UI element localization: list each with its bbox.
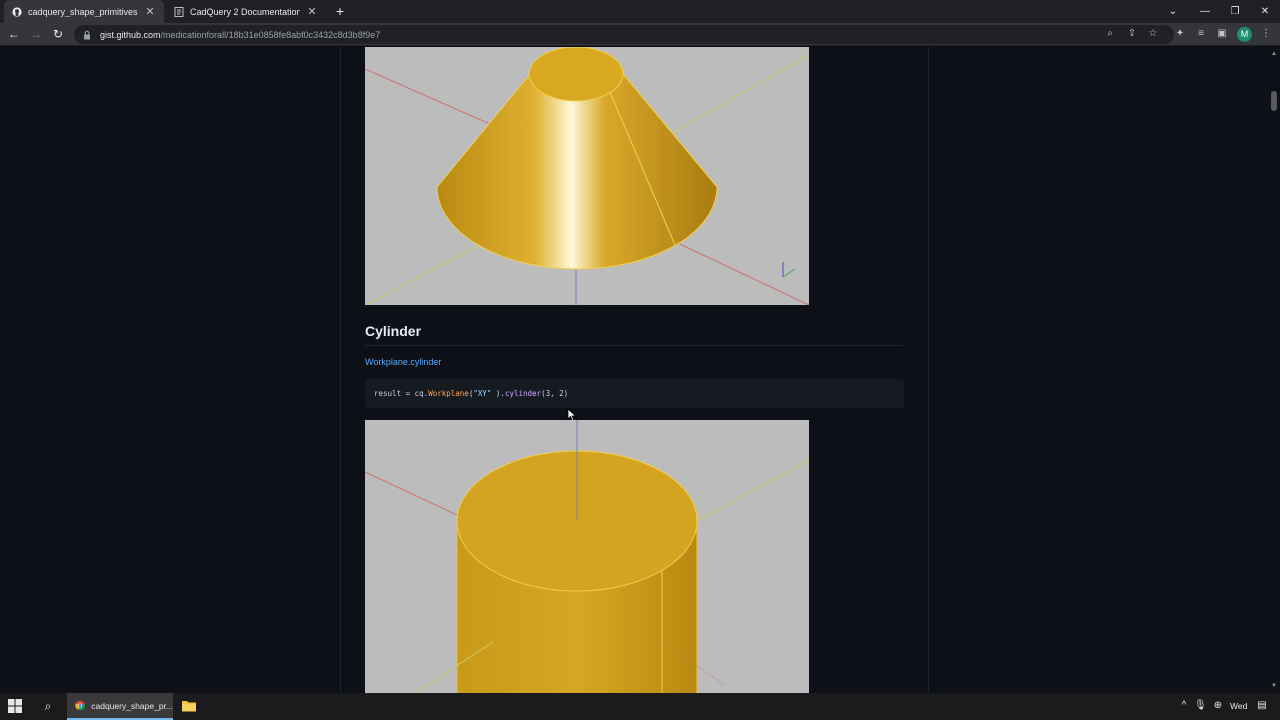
- windows-taskbar: ⌕ cadquery_shape_pr... ^ 🎙 ⊕ Wed ▤: [0, 693, 1280, 720]
- menu-kebab-icon[interactable]: ⋮: [1259, 27, 1273, 41]
- minimize-icon[interactable]: —: [1190, 0, 1220, 23]
- code-class: Workplane: [428, 389, 469, 398]
- github-icon: [12, 6, 22, 17]
- url-path: /medicationforall/18b31e0858fe8abf0c3432…: [160, 29, 381, 40]
- scroll-down-icon[interactable]: ▼: [1271, 683, 1277, 689]
- workplane-cylinder-link[interactable]: Workplane.cylinder: [365, 357, 441, 367]
- cylinder-render-image: [365, 420, 809, 693]
- scroll-thumb[interactable]: [1271, 91, 1277, 111]
- back-icon[interactable]: ←: [6, 26, 22, 42]
- scroll-up-icon[interactable]: ▲: [1271, 51, 1277, 57]
- microphone-icon[interactable]: 🎙: [1194, 700, 1207, 712]
- close-window-icon[interactable]: ✕: [1250, 0, 1280, 23]
- url-text: gist.github.com/medicationforall/18b31e0…: [100, 30, 380, 40]
- extensions-icon[interactable]: ✦: [1173, 27, 1187, 41]
- notifications-icon[interactable]: ▤: [1256, 700, 1268, 712]
- forward-icon[interactable]: →: [28, 26, 44, 42]
- side-panel-icon[interactable]: ▣: [1215, 27, 1229, 41]
- tab-cadquery-primitives[interactable]: cadquery_shape_primitives.md ✕: [4, 0, 164, 23]
- chrome-icon: [75, 700, 85, 711]
- code-string: "XY": [473, 389, 492, 398]
- section-heading-cylinder: Cylinder: [365, 323, 422, 339]
- share-icon[interactable]: ⇪: [1125, 27, 1139, 41]
- code-args: (3, 2): [541, 389, 569, 398]
- file-explorer-icon[interactable]: [181, 699, 197, 713]
- code-function: cylinder: [504, 389, 542, 398]
- network-icon[interactable]: ⊕: [1212, 700, 1224, 712]
- reading-list-icon[interactable]: ≡: [1194, 27, 1208, 41]
- code-var: result = cq.: [374, 389, 429, 398]
- profile-avatar[interactable]: M: [1237, 27, 1252, 42]
- page-scrollbar[interactable]: ▲ ▼: [1268, 47, 1280, 693]
- taskbar-app-label: cadquery_shape_pr...: [91, 700, 173, 711]
- new-tab-button[interactable]: +: [332, 3, 348, 19]
- reload-icon[interactable]: ↻: [50, 26, 66, 42]
- tab-title: cadquery_shape_primitives.md: [28, 6, 138, 17]
- code-block: result = cq.Workplane("XY" ).cylinder(3,…: [365, 379, 904, 408]
- tab-close-icon[interactable]: ✕: [144, 6, 156, 18]
- heading-divider: [365, 345, 903, 346]
- address-bar[interactable]: gist.github.com/medicationforall/18b31e0…: [74, 25, 1174, 44]
- code-mid: ).: [491, 389, 505, 398]
- taskbar-search-icon[interactable]: ⌕: [41, 699, 55, 713]
- doc-icon: [174, 6, 184, 17]
- tray-chevron-icon[interactable]: ^: [1178, 700, 1190, 712]
- gist-page: Cylinder Workplane.cylinder result = cq.…: [0, 47, 1268, 693]
- tab-strip: cadquery_shape_primitives.md ✕ CadQuery …: [0, 0, 1280, 23]
- browser-toolbar: ← → ↻ gist.github.com/medicationforall/1…: [0, 23, 1280, 46]
- windows-start-icon[interactable]: [8, 699, 22, 713]
- tab-search-icon[interactable]: ⌄: [1158, 0, 1188, 23]
- content-border-right: [928, 47, 929, 693]
- tab-title: CadQuery 2 Documentation — C: [190, 6, 300, 17]
- taskbar-clock[interactable]: Wed: [1230, 701, 1247, 711]
- cone-render-image: [365, 47, 809, 305]
- taskbar-chrome-app[interactable]: cadquery_shape_pr...: [67, 693, 173, 720]
- tab-cadquery-docs[interactable]: CadQuery 2 Documentation — C ✕: [166, 0, 326, 23]
- tab-close-icon[interactable]: ✕: [306, 6, 318, 18]
- bookmark-star-icon[interactable]: ☆: [1146, 27, 1160, 41]
- lock-icon: [82, 30, 92, 40]
- zoom-icon[interactable]: ⌕: [1103, 27, 1117, 41]
- restore-icon[interactable]: ❐: [1220, 0, 1250, 23]
- url-host: gist.github.com: [100, 29, 161, 40]
- content-border-left: [340, 47, 341, 693]
